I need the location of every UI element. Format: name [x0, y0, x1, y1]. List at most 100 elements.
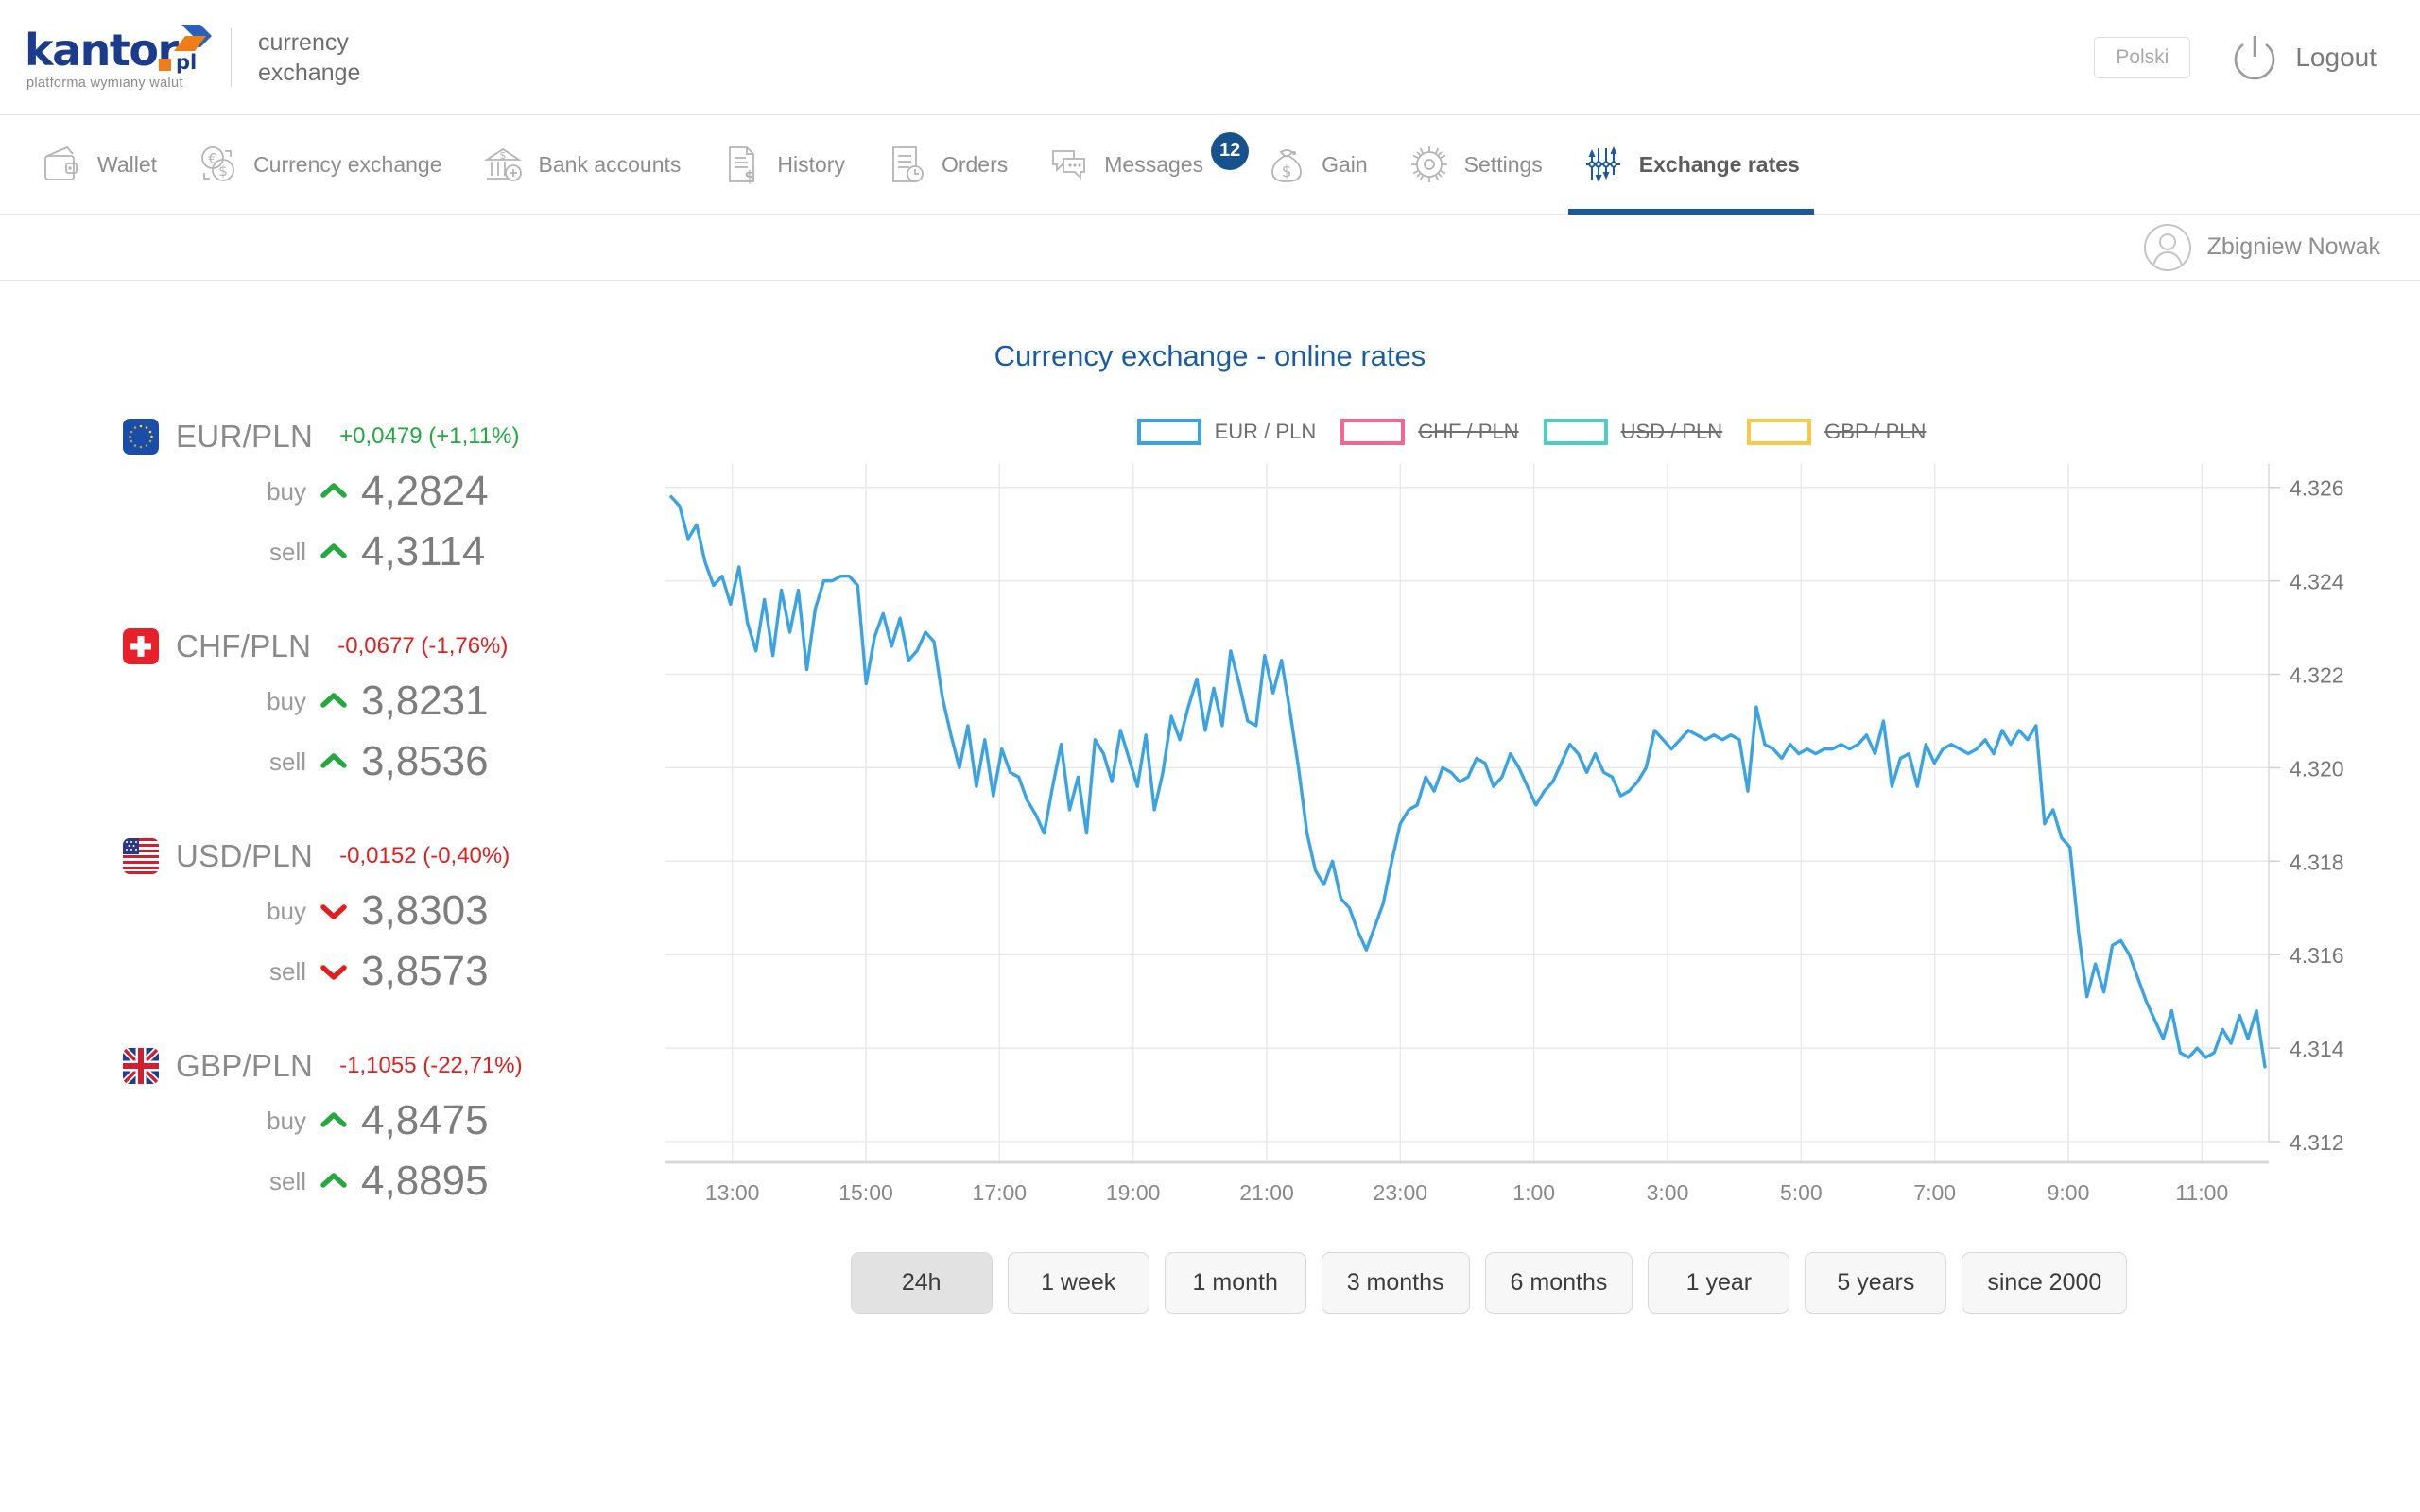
logout-button[interactable]: Logout: [2230, 33, 2377, 82]
main-navigation: Wallet € $ Currency exchange $ Bank acco…: [0, 115, 2420, 215]
range-button-1-year[interactable]: 1 year: [1648, 1252, 1790, 1314]
svg-text:7:00: 7:00: [1913, 1180, 1956, 1205]
top-bar-right: Polski Logout: [2094, 33, 2420, 82]
sell-value: 3,8536: [361, 738, 489, 784]
legend-item-eur-pln[interactable]: EUR / PLN: [1136, 419, 1316, 445]
legend-label: CHF / PLN: [1418, 420, 1519, 443]
rate-header: CHF/PLN -0,0677 (-1,76%): [123, 628, 662, 664]
nav-label: Gain: [1322, 151, 1368, 177]
rate-delta: -1,1055 (-22,71%): [339, 1053, 523, 1078]
brand-title-line1: currency: [258, 28, 349, 56]
rate-delta: -0,0677 (-1,76%): [337, 633, 509, 659]
nav-item-settings[interactable]: Settings: [1388, 115, 1563, 215]
rate-pair-label: CHF/PLN: [176, 628, 312, 663]
legend-swatch: [1747, 419, 1812, 445]
rates-list: EUR/PLN +0,0479 (+1,11%) buy 4,2824 sell…: [0, 419, 662, 1314]
rate-delta: +0,0479 (+1,11%): [339, 423, 520, 449]
nav-item-orders[interactable]: Orders: [865, 115, 1028, 215]
svg-text:15:00: 15:00: [838, 1180, 893, 1205]
gear-icon: [1410, 146, 1447, 182]
rate-header: USD/PLN -0,0152 (-0,40%): [123, 838, 662, 874]
nav-label: Currency exchange: [253, 151, 442, 177]
svg-text:11:00: 11:00: [2175, 1180, 2228, 1205]
arrow-down-icon: [320, 965, 347, 980]
range-selector: 24h 1 week 1 month 3 months 6 months 1 y…: [662, 1252, 2401, 1314]
svg-text:€: €: [208, 150, 217, 167]
range-button-5-years[interactable]: 5 years: [1805, 1252, 1947, 1314]
rate-sell-row: sell 4,8895: [123, 1158, 662, 1205]
rate-sell-row: sell 4,3114: [123, 528, 662, 576]
arrow-down-icon: [320, 904, 347, 919]
range-button-3-months[interactable]: 3 months: [1321, 1252, 1470, 1314]
rate-pair-label: EUR/PLN: [176, 419, 314, 454]
range-button-1-month[interactable]: 1 month: [1164, 1252, 1306, 1314]
rate-card-usd-pln[interactable]: USD/PLN -0,0152 (-0,40%) buy 3,8303 sell…: [123, 838, 662, 995]
svg-text:4.326: 4.326: [2290, 476, 2344, 501]
buy-label: buy: [267, 1106, 306, 1135]
svg-text:1:00: 1:00: [1512, 1180, 1555, 1205]
content-area: EUR/PLN +0,0479 (+1,11%) buy 4,2824 sell…: [0, 419, 2420, 1314]
exchange-rate-chart[interactable]: 4.326 4.324 4.322 4.320 4.318 4.316 4.314 4.312…: [662, 456, 2363, 1212]
document-clock-icon: [892, 146, 924, 182]
page-title: Currency exchange - online rates: [994, 339, 1426, 372]
svg-text:9:00: 9:00: [2048, 1180, 2090, 1205]
sell-value: 4,3114: [361, 528, 486, 575]
legend-item-gbp-pln[interactable]: GBP / PLN: [1747, 419, 1926, 445]
exchange-rates-icon: [1585, 146, 1620, 182]
sell-label: sell: [268, 537, 306, 566]
logo-tagline: platforma wymiany walut: [26, 75, 183, 91]
logo-mark: kantor pl platforma wymiany walut: [25, 23, 214, 93]
money-bag-icon: $: [1271, 149, 1302, 182]
nav-item-history[interactable]: $ History: [700, 115, 865, 215]
header-divider: [231, 27, 232, 87]
sell-value: 3,8573: [361, 948, 489, 994]
brand-title: currency exchange: [258, 27, 360, 88]
legend-swatch: [1340, 419, 1406, 445]
legend-item-usd-pln[interactable]: USD / PLN: [1543, 419, 1723, 445]
user-avatar-icon[interactable]: [2143, 223, 2192, 272]
svg-text:4.312: 4.312: [2290, 1130, 2344, 1155]
nav-item-messages[interactable]: Messages 12: [1028, 115, 1250, 215]
range-button-since-2000[interactable]: since 2000: [1962, 1252, 2128, 1314]
svg-text:4.318: 4.318: [2290, 850, 2344, 874]
power-icon: [2235, 35, 2275, 79]
legend-item-chf-pln[interactable]: CHF / PLN: [1340, 419, 1519, 445]
nav-label: Bank accounts: [538, 151, 682, 177]
chart-panel: EUR / PLN CHF / PLN USD / PLN GBP / PLN …: [662, 419, 2420, 1314]
rate-card-eur-pln[interactable]: EUR/PLN +0,0479 (+1,11%) buy 4,2824 sell…: [123, 419, 662, 576]
svg-text:3:00: 3:00: [1647, 1180, 1689, 1205]
nav-item-bank-accounts[interactable]: $ Bank accounts: [462, 115, 701, 215]
range-button-1-week[interactable]: 1 week: [1007, 1252, 1150, 1314]
rate-card-chf-pln[interactable]: CHF/PLN -0,0677 (-1,76%) buy 3,8231 sell…: [123, 628, 662, 785]
legend-label: USD / PLN: [1620, 420, 1723, 443]
nav-label: Settings: [1463, 151, 1543, 177]
rate-card-gbp-pln[interactable]: GBP/PLN -1,1055 (-22,71%) buy 4,8475 sel…: [123, 1048, 662, 1205]
range-button-24h[interactable]: 24h: [850, 1252, 993, 1314]
nav-label: Messages: [1104, 151, 1204, 177]
rate-buy-row: buy 4,2824: [123, 468, 662, 515]
svg-text:23:00: 23:00: [1374, 1180, 1428, 1205]
rate-pair-label: USD/PLN: [176, 838, 314, 873]
buy-label: buy: [267, 896, 306, 925]
eu-flag-icon: [123, 419, 159, 455]
svg-text:5:00: 5:00: [1780, 1180, 1823, 1205]
brand-title-line2: exchange: [258, 59, 361, 86]
logo[interactable]: kantor pl platforma wymiany walut curren…: [0, 23, 360, 93]
nav-item-gain[interactable]: $ Gain: [1245, 115, 1388, 215]
nav-item-wallet[interactable]: Wallet: [21, 115, 177, 215]
nav-item-exchange-rates[interactable]: Exchange rates: [1563, 115, 1820, 215]
nav-item-currency-exchange[interactable]: € $ Currency exchange: [177, 115, 461, 215]
user-row: Zbigniew Nowak: [0, 215, 2420, 281]
top-bar: kantor pl platforma wymiany walut curren…: [0, 0, 2420, 115]
messages-badge: 12: [1211, 131, 1250, 170]
range-button-6-months[interactable]: 6 months: [1484, 1252, 1634, 1314]
arrow-up-icon: [320, 543, 347, 558]
language-button[interactable]: Polski: [2094, 36, 2191, 78]
svg-text:13:00: 13:00: [705, 1180, 760, 1205]
legend-label: GBP / PLN: [1824, 420, 1927, 443]
logout-label: Logout: [2295, 42, 2377, 72]
svg-text:21:00: 21:00: [1239, 1180, 1294, 1205]
logo-chevron-icon: [174, 24, 212, 51]
buy-label: buy: [267, 476, 306, 506]
sell-value: 4,8895: [361, 1158, 489, 1204]
